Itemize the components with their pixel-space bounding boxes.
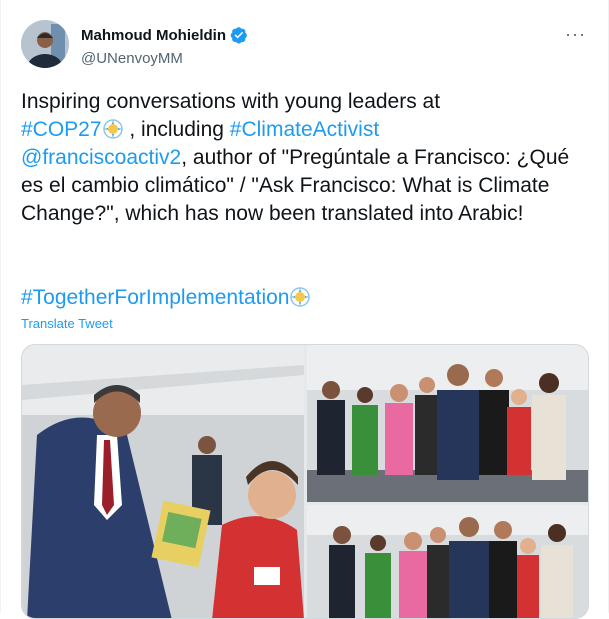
media-grid	[21, 344, 589, 619]
tweet-card: Mahmoud Mohieldin @UNenvoyMM ··· Inspiri…	[0, 0, 609, 619]
cop27-logo-icon	[102, 119, 123, 139]
photo-3[interactable]	[307, 505, 588, 618]
hashtag-cop27[interactable]: #COP27	[21, 118, 102, 141]
avatar[interactable]	[21, 20, 69, 68]
tweet-text: Inspiring conversations with young leade…	[21, 88, 591, 228]
mention-franciscoactiv2[interactable]: @franciscoactiv2	[21, 146, 181, 169]
tweet-including: , including	[123, 118, 230, 141]
author-handle[interactable]: @UNenvoyMM	[81, 50, 183, 67]
author-name-row[interactable]: Mahmoud Mohieldin	[81, 26, 248, 44]
translate-tweet-link[interactable]: Translate Tweet	[21, 316, 113, 331]
verified-badge-icon	[230, 27, 247, 44]
more-icon[interactable]: ···	[565, 24, 586, 45]
hashtag-together-line: #TogetherForImplementation	[21, 284, 311, 312]
photo-1[interactable]	[22, 345, 304, 618]
tweet-line1: Inspiring conversations with young leade…	[21, 90, 441, 113]
hashtag-together-for-implementation[interactable]: #TogetherForImplementation	[21, 286, 289, 309]
photo-2[interactable]	[307, 345, 588, 502]
hashtag-climate-activist[interactable]: #ClimateActivist	[230, 118, 379, 141]
cop27-logo-icon	[290, 287, 311, 307]
author-name[interactable]: Mahmoud Mohieldin	[81, 27, 226, 44]
